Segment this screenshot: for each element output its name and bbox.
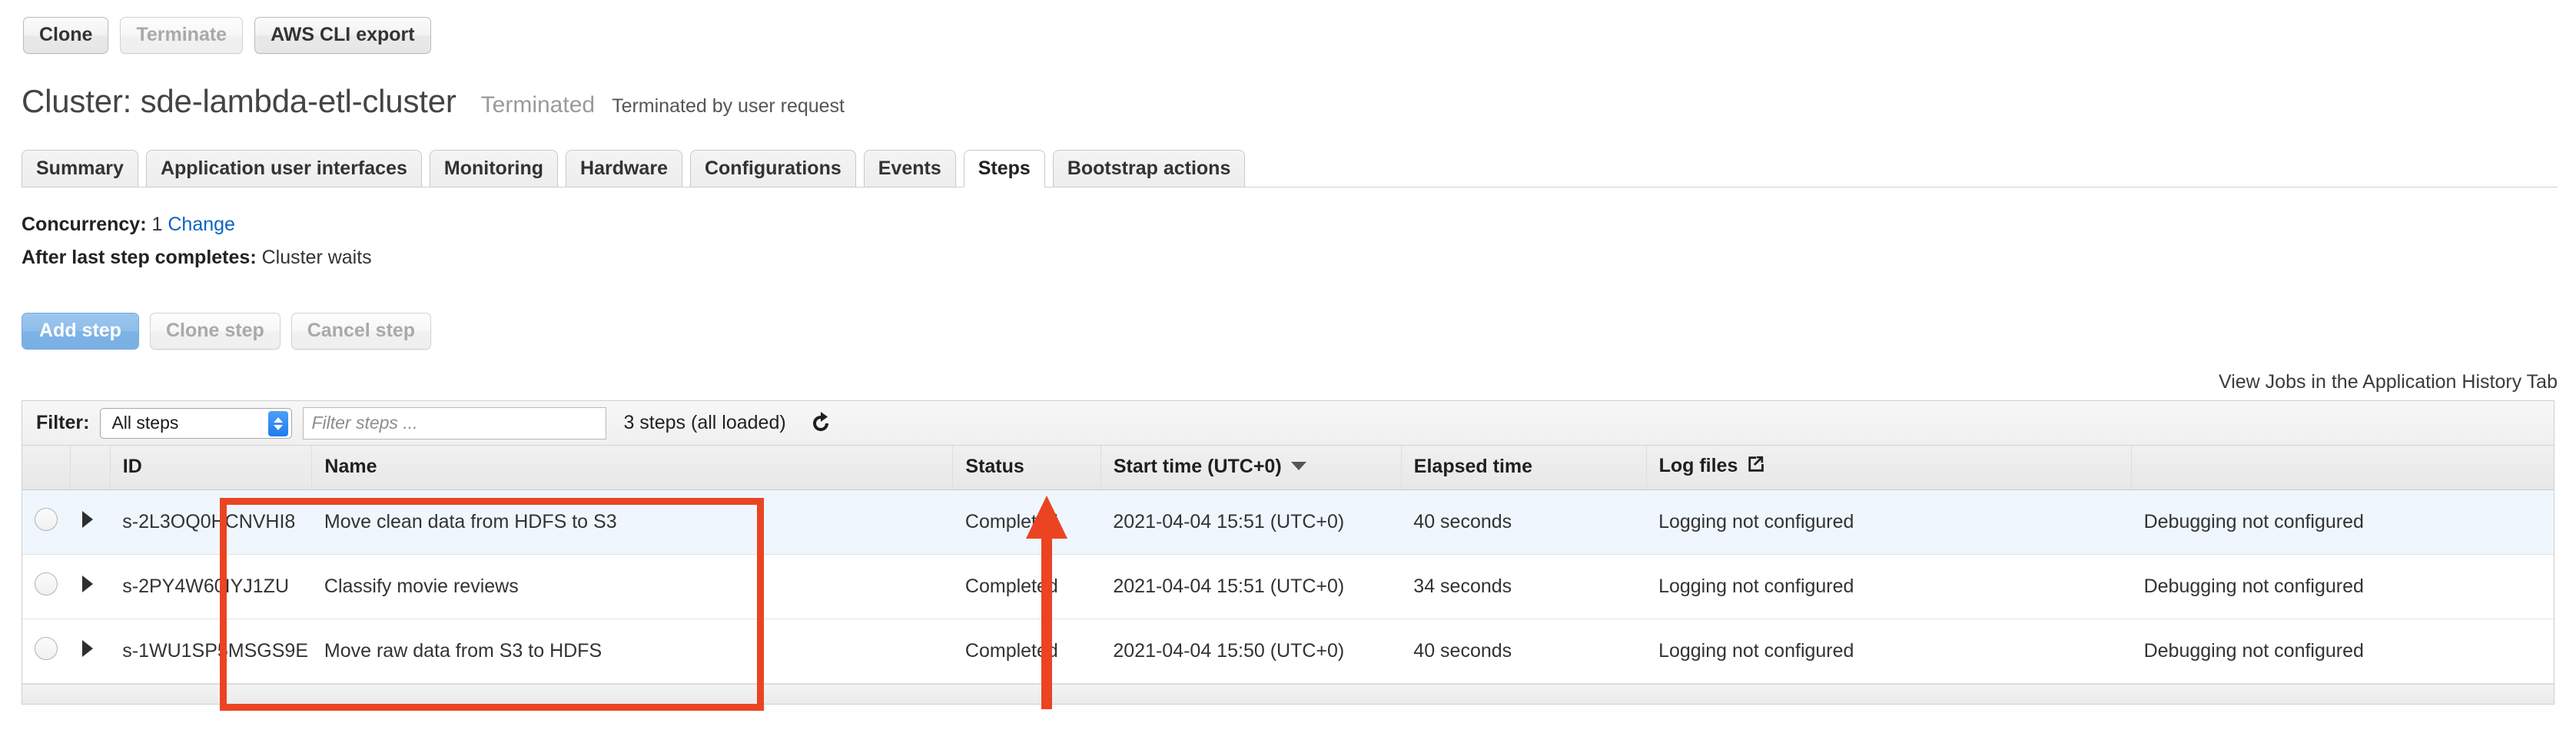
cluster-header: Cluster: sde-lambda-etl-cluster Terminat… bbox=[22, 83, 845, 120]
cluster-state: Terminated bbox=[481, 92, 595, 118]
cell-status: Completed bbox=[953, 619, 1100, 684]
after-last-step-line: After last step completes: Cluster waits bbox=[22, 247, 372, 269]
cell-status: Completed bbox=[953, 555, 1100, 619]
header-expand bbox=[70, 446, 110, 490]
row-radio-button[interactable] bbox=[35, 637, 58, 660]
tab-monitoring[interactable]: Monitoring bbox=[430, 150, 558, 187]
filter-label: Filter: bbox=[36, 412, 89, 434]
row-radio-button[interactable] bbox=[35, 572, 58, 595]
row-radio-button[interactable] bbox=[35, 508, 58, 531]
chevron-right-icon[interactable] bbox=[82, 576, 93, 592]
header-log-files-label: Log files bbox=[1659, 455, 1738, 476]
aws-cli-export-button[interactable]: AWS CLI export bbox=[254, 17, 431, 54]
steps-settings-info: Concurrency: 1 Change After last step co… bbox=[22, 214, 372, 280]
row-select-cell[interactable] bbox=[22, 555, 70, 619]
cell-log-files: Logging not configured bbox=[1646, 555, 2132, 619]
sort-descending-icon bbox=[1291, 462, 1306, 470]
external-link-icon bbox=[1745, 454, 1765, 479]
header-name[interactable]: Name bbox=[312, 446, 953, 490]
header-start-time-label: Start time (UTC+0) bbox=[1114, 456, 1282, 477]
header-select bbox=[22, 446, 70, 490]
page-title: Cluster: sde-lambda-etl-cluster bbox=[22, 83, 456, 120]
steps-filter-bar: Filter: All steps 3 steps (all loaded) bbox=[22, 401, 2554, 446]
step-filter-select[interactable]: All steps bbox=[100, 408, 292, 439]
steps-panel: Filter: All steps 3 steps (all loaded) bbox=[22, 400, 2554, 705]
cluster-tabs: Summary Application user interfaces Moni… bbox=[22, 144, 2558, 187]
table-row[interactable]: s-2L3OQ0HCNVHI8 Move clean data from HDF… bbox=[22, 490, 2554, 555]
cell-start-time: 2021-04-04 15:51 (UTC+0) bbox=[1100, 555, 1401, 619]
tab-summary[interactable]: Summary bbox=[22, 150, 138, 187]
concurrency-line: Concurrency: 1 Change bbox=[22, 214, 372, 236]
cluster-action-toolbar: Clone Terminate AWS CLI export bbox=[23, 17, 431, 54]
header-start-time[interactable]: Start time (UTC+0) bbox=[1100, 446, 1401, 490]
cancel-step-button[interactable]: Cancel step bbox=[291, 313, 431, 350]
cluster-state-detail: Terminated by user request bbox=[612, 95, 845, 118]
add-step-button[interactable]: Add step bbox=[22, 313, 139, 350]
cell-elapsed-time: 40 seconds bbox=[1401, 490, 1646, 555]
cell-name: Classify movie reviews bbox=[312, 555, 953, 619]
chevron-right-icon[interactable] bbox=[82, 640, 93, 657]
change-concurrency-link[interactable]: Change bbox=[168, 214, 235, 235]
cell-log-files: Logging not configured bbox=[1646, 619, 2132, 684]
row-expand-cell[interactable] bbox=[70, 555, 110, 619]
steps-table: ID Name Status Start time (UTC+0) Elapse… bbox=[22, 446, 2554, 684]
tab-events[interactable]: Events bbox=[864, 150, 956, 187]
cell-id: s-2PY4W60IYJ1ZU bbox=[110, 555, 312, 619]
header-id[interactable]: ID bbox=[110, 446, 312, 490]
row-select-cell[interactable] bbox=[22, 490, 70, 555]
tab-bootstrap-actions[interactable]: Bootstrap actions bbox=[1053, 150, 1246, 187]
table-row[interactable]: s-1WU1SP5MSGS9E Move raw data from S3 to… bbox=[22, 619, 2554, 684]
concurrency-value: 1 bbox=[152, 214, 163, 235]
after-last-step-label: After last step completes: bbox=[22, 247, 257, 268]
row-expand-cell[interactable] bbox=[70, 619, 110, 684]
terminate-button[interactable]: Terminate bbox=[120, 17, 243, 54]
cell-name: Move clean data from HDFS to S3 bbox=[312, 490, 953, 555]
cell-debugging: Debugging not configured bbox=[2132, 619, 2554, 684]
chevron-right-icon[interactable] bbox=[82, 511, 93, 528]
clone-step-button[interactable]: Clone step bbox=[150, 313, 281, 350]
concurrency-label: Concurrency: bbox=[22, 214, 147, 235]
header-log-files[interactable]: Log files bbox=[1646, 446, 2132, 490]
cell-debugging: Debugging not configured bbox=[2132, 490, 2554, 555]
cell-id: s-2L3OQ0HCNVHI8 bbox=[110, 490, 312, 555]
row-select-cell[interactable] bbox=[22, 619, 70, 684]
cell-id: s-1WU1SP5MSGS9E bbox=[110, 619, 312, 684]
tab-steps[interactable]: Steps bbox=[964, 150, 1045, 187]
step-action-toolbar: Add step Clone step Cancel step bbox=[22, 313, 431, 350]
cell-debugging: Debugging not configured bbox=[2132, 555, 2554, 619]
tab-application-user-interfaces[interactable]: Application user interfaces bbox=[146, 150, 422, 187]
cell-elapsed-time: 40 seconds bbox=[1401, 619, 1646, 684]
table-row[interactable]: s-2PY4W60IYJ1ZU Classify movie reviews C… bbox=[22, 555, 2554, 619]
panel-footer bbox=[22, 684, 2554, 704]
tab-configurations[interactable]: Configurations bbox=[690, 150, 856, 187]
cell-start-time: 2021-04-04 15:51 (UTC+0) bbox=[1100, 490, 1401, 555]
refresh-icon[interactable] bbox=[808, 410, 834, 436]
steps-count-label: 3 steps (all loaded) bbox=[623, 412, 785, 434]
cell-start-time: 2021-04-04 15:50 (UTC+0) bbox=[1100, 619, 1401, 684]
cell-name: Move raw data from S3 to HDFS bbox=[312, 619, 953, 684]
steps-table-body: s-2L3OQ0HCNVHI8 Move clean data from HDF… bbox=[22, 490, 2554, 684]
filter-steps-input[interactable] bbox=[303, 407, 606, 440]
chevron-updown-icon[interactable] bbox=[268, 411, 288, 436]
after-last-step-value: Cluster waits bbox=[262, 247, 372, 268]
cell-status: Completed bbox=[953, 490, 1100, 555]
table-header-row: ID Name Status Start time (UTC+0) Elapse… bbox=[22, 446, 2554, 490]
header-debugging bbox=[2132, 446, 2554, 490]
header-status[interactable]: Status bbox=[953, 446, 1100, 490]
view-jobs-link[interactable]: View Jobs in the Application History Tab bbox=[2219, 371, 2558, 393]
row-expand-cell[interactable] bbox=[70, 490, 110, 555]
cell-elapsed-time: 34 seconds bbox=[1401, 555, 1646, 619]
step-filter-select-value: All steps bbox=[111, 413, 178, 433]
cell-log-files: Logging not configured bbox=[1646, 490, 2132, 555]
clone-button[interactable]: Clone bbox=[23, 17, 108, 54]
tab-hardware[interactable]: Hardware bbox=[566, 150, 682, 187]
header-elapsed-time[interactable]: Elapsed time bbox=[1401, 446, 1646, 490]
